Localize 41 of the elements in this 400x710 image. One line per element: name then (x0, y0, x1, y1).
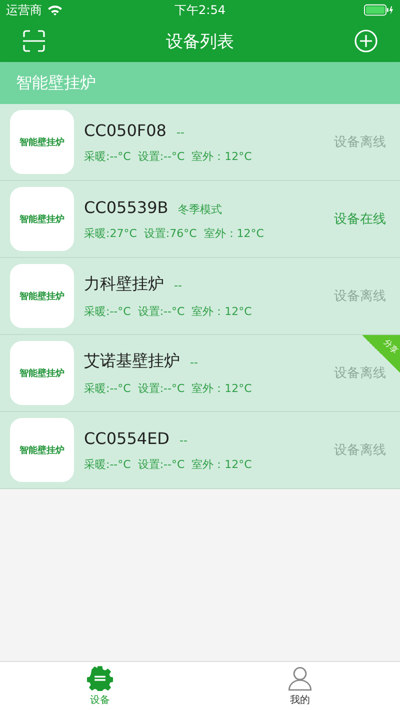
device-name: CC0554ED (84, 428, 170, 448)
carrier-name: 运营商 (6, 2, 42, 18)
device-mode: 冬季模式 (178, 202, 222, 216)
person-icon (287, 665, 313, 691)
device-logo: 智能壁挂炉 (10, 110, 74, 174)
device-logo: 智能壁挂炉 (10, 187, 74, 251)
page-title: 设备列表 (166, 30, 234, 52)
scan-icon[interactable] (22, 29, 46, 53)
device-status: 设备离线 (334, 134, 386, 151)
device-name: CC05539B (84, 198, 168, 216)
device-status: 设备在线 (334, 211, 386, 228)
device-readings: 采暖:--°C 设置:--°C 室外：12°C (84, 380, 253, 396)
device-mode: -- (180, 434, 188, 446)
device-row[interactable]: 智能壁挂炉 力科壁挂炉 -- 采暖:--°C 设置:--°C 室外：12°C 设备离线 (0, 258, 400, 335)
device-name: CC050F08 (84, 120, 166, 140)
device-readings: 采暖:--°C 设置:--°C 室外：12°C (84, 304, 253, 318)
device-readings: 采暖:27°C 设置:76°C 室外：12°C (84, 226, 265, 240)
add-icon[interactable] (354, 29, 378, 53)
device-logo: 智能壁挂炉 (10, 264, 74, 328)
section-header: 智能壁挂炉 (0, 62, 400, 104)
device-row[interactable]: 智能壁挂炉 CC0554ED -- 采暖:--°C 设置:--°C 室外：12°C 设备离线 (0, 412, 400, 489)
tab[interactable]: 我的 (200, 662, 400, 710)
tab[interactable]: 设备 (0, 662, 200, 710)
device-status: 设备离线 (334, 288, 386, 305)
device-row[interactable]: 智能壁挂炉 艾诺基壁挂炉 -- 采暖:--°C 设置:--°C 室外：12°C 设备离线 分享 (0, 335, 400, 412)
device-status: 设备离线 (334, 442, 386, 459)
device-name: 艾诺基壁挂炉 (84, 350, 180, 372)
device-logo: 智能壁挂炉 (10, 418, 74, 482)
device-mode: -- (174, 278, 182, 292)
device-logo: 智能壁挂炉 (10, 341, 74, 405)
wifi-icon (47, 4, 63, 16)
device-readings: 采暖:--°C 设置:--°C 室外：12°C (84, 456, 253, 472)
gear-icon (87, 665, 113, 691)
device-readings: 采暖:--°C 设置:--°C 室外：12°C (84, 148, 253, 164)
status-time: 下午2:54 (174, 2, 226, 18)
device-mode: -- (176, 126, 184, 138)
device-row[interactable]: 智能壁挂炉 CC050F08 -- 采暖:--°C 设置:--°C 室外：12°C 设备离线 (0, 104, 400, 181)
battery-icon (364, 4, 394, 16)
device-mode: -- (190, 356, 198, 368)
device-row[interactable]: 智能壁挂炉 CC05539B 冬季模式 采暖:27°C 设置:76°C 室外：12°C 设备在线 (0, 181, 400, 258)
device-name: 力科壁挂炉 (84, 274, 164, 294)
